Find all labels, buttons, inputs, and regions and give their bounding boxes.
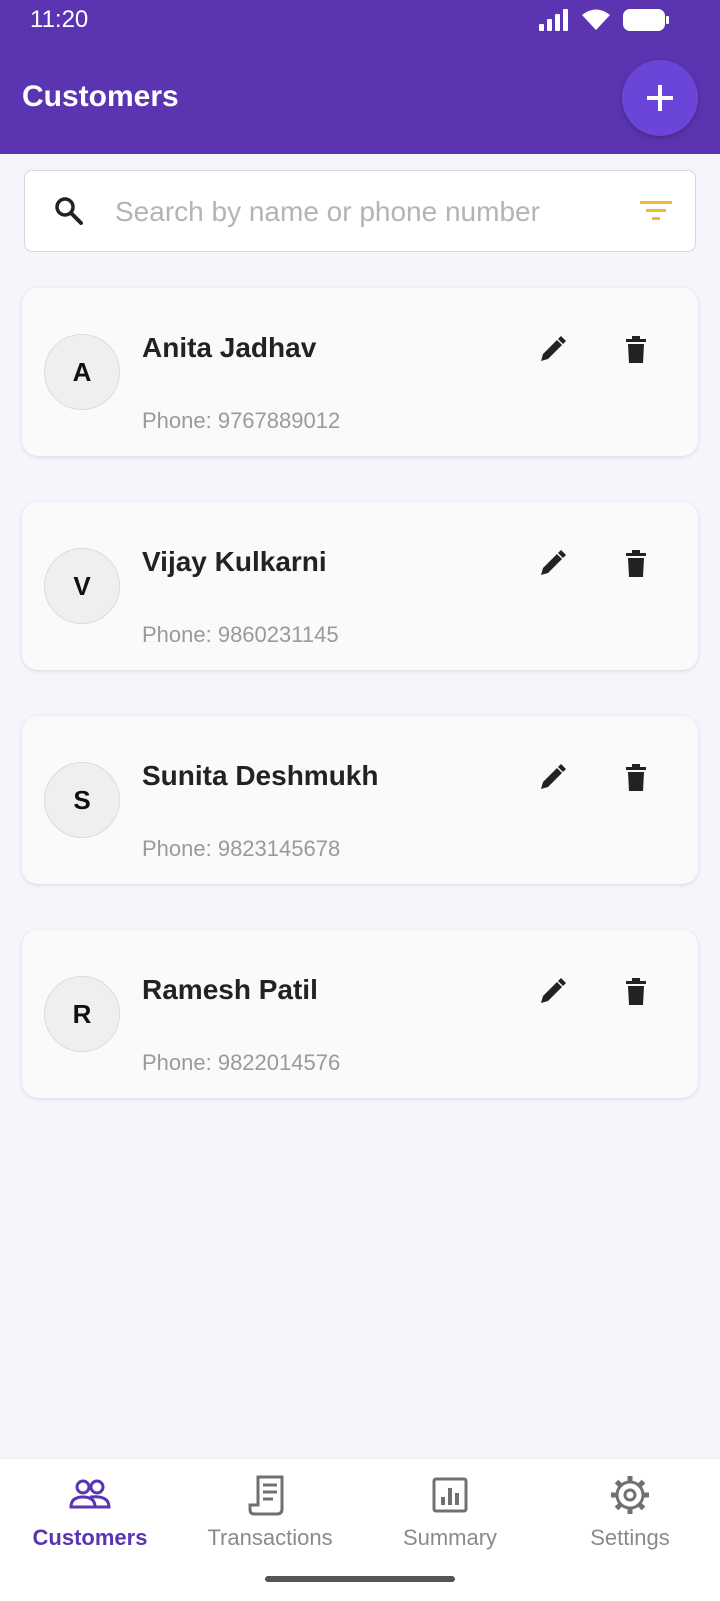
battery-icon (623, 9, 669, 31)
delete-button[interactable] (616, 758, 656, 798)
pencil-icon (541, 978, 566, 1003)
edit-button[interactable] (532, 330, 572, 370)
nav-label: Customers (32, 1525, 148, 1550)
app-header: 11:20 Customers (0, 0, 720, 154)
receipt-icon (248, 1475, 284, 1516)
home-indicator[interactable] (265, 1576, 455, 1582)
nav-item-summary[interactable]: Summary (360, 1473, 540, 1551)
add-customer-button[interactable] (622, 60, 698, 136)
filter-icon[interactable] (639, 197, 673, 225)
customer-card[interactable]: A Anita Jadhav Phone: 9767889012 (22, 288, 698, 456)
customer-name: Ramesh Patil (142, 974, 318, 1005)
avatar: V (44, 548, 120, 624)
pencil-icon (541, 550, 566, 575)
avatar: R (44, 976, 120, 1052)
search-box (24, 170, 696, 252)
avatar: S (44, 762, 120, 838)
trash-icon (626, 978, 646, 1005)
status-icons (538, 8, 670, 32)
edit-button[interactable] (532, 758, 572, 798)
delete-button[interactable] (616, 330, 656, 370)
signal-icon (539, 9, 568, 31)
nav-item-customers[interactable]: Customers (0, 1473, 180, 1551)
nav-item-transactions[interactable]: Transactions (180, 1473, 360, 1551)
customer-name: Sunita Deshmukh (142, 760, 379, 791)
status-bar: 11:20 (0, 0, 720, 40)
status-time: 11:20 (30, 6, 89, 33)
trash-icon (626, 550, 646, 577)
trash-icon (626, 764, 646, 791)
customer-phone: Phone: 9860231145 (142, 622, 339, 647)
avatar: A (44, 334, 120, 410)
wifi-icon (582, 9, 610, 30)
pencil-icon (541, 764, 566, 789)
customer-phone: Phone: 9767889012 (142, 408, 341, 433)
plus-icon (647, 85, 673, 111)
customer-card[interactable]: R Ramesh Patil Phone: 9822014576 (22, 930, 698, 1098)
search-input[interactable] (113, 185, 617, 239)
edit-button[interactable] (532, 972, 572, 1012)
customer-phone: Phone: 9822014576 (142, 1050, 341, 1075)
nav-label: Summary (402, 1525, 498, 1550)
delete-button[interactable] (616, 544, 656, 584)
chart-icon (432, 1477, 468, 1513)
nav-item-settings[interactable]: Settings (540, 1473, 720, 1551)
people-icon (69, 1479, 111, 1509)
page-title: Customers (22, 80, 179, 113)
customer-name: Vijay Kulkarni (142, 546, 327, 577)
edit-button[interactable] (532, 544, 572, 584)
search-icon (55, 197, 83, 225)
customer-card[interactable]: V Vijay Kulkarni Phone: 9860231145 (22, 502, 698, 670)
pencil-icon (541, 336, 566, 361)
delete-button[interactable] (616, 972, 656, 1012)
nav-label: Settings (590, 1525, 670, 1550)
customer-card[interactable]: S Sunita Deshmukh Phone: 9823145678 (22, 716, 698, 884)
trash-icon (626, 336, 646, 363)
gear-icon (611, 1476, 649, 1514)
customer-name: Anita Jadhav (142, 332, 317, 363)
nav-label: Transactions (207, 1525, 333, 1550)
customer-phone: Phone: 9823145678 (142, 836, 341, 861)
